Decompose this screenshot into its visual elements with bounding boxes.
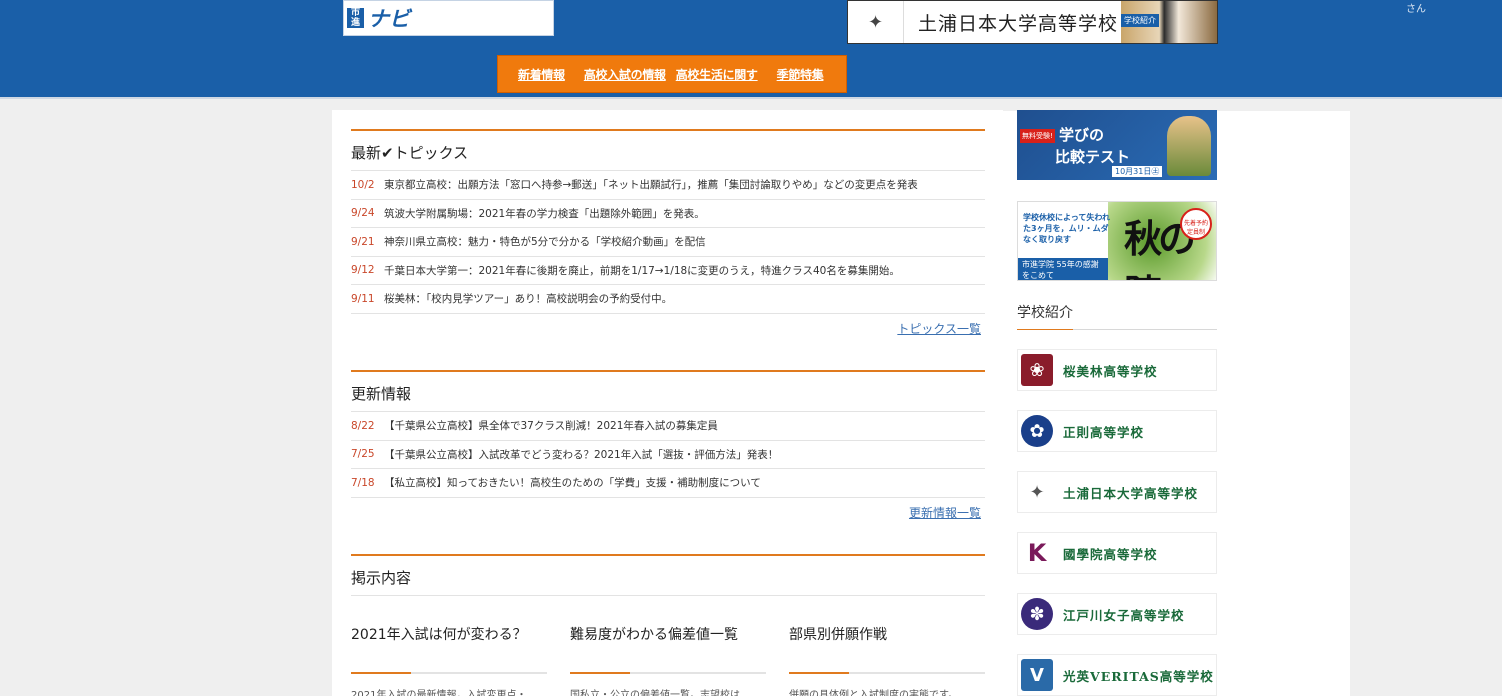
school-link[interactable]: ❀ 桜美林高等学校 — [1017, 349, 1217, 391]
ad1-line2: 比較テスト — [1055, 148, 1131, 166]
school-emblem-icon: ✦ — [1029, 481, 1045, 503]
logo-small: 市進 — [347, 8, 364, 28]
board-card[interactable]: 部県別併願作戦 併願の具体例と入試制度の実態です。 — [789, 622, 985, 696]
topic-link[interactable]: 東京都立高校：出願方法「窓口へ持参→郵送」「ネット出願試行」，推薦「集団討論取り… — [384, 177, 918, 192]
boards-grid: 2021年入試は何が変わる？ 2021年入試の最新情報，入試変更点・ 難易度がわ… — [351, 622, 985, 696]
updates-section: 更新情報 8/22 【千葉県公立高校】県全体で37クラス削減！2021年春入試の募… — [351, 370, 985, 528]
ad-banner-autumn[interactable]: 学校休校によって失われた3ヶ月を，ムリ・ムダなく取り戻す 秋の陣 先着予約定員制… — [1017, 201, 1217, 281]
ad2-footer: 市進学院 55年の感謝をこめて — [1018, 258, 1108, 280]
topics-section: 最新✔トピックス 10/2 東京都立高校：出願方法「窓口へ持参→郵送」「ネット出願… — [351, 129, 985, 344]
ad1-date: 10月31日㊏ — [1112, 166, 1163, 177]
school-emblem-icon: K — [1027, 539, 1047, 567]
nav-item-seasonal[interactable]: 季節特集 — [777, 66, 824, 83]
ad1-tag: 無料受験! — [1020, 129, 1055, 143]
board-desc: 併願の具体例と入試制度の実態です。 — [789, 690, 958, 696]
header-banner[interactable]: ✦ 土浦日本大学高等学校 学校紹介 — [847, 0, 1218, 44]
topic-row[interactable]: 9/12 千葉日本大学第一：2021年春に後期を廃止，前期を1/17→1/18に変… — [351, 257, 985, 285]
topic-date: 9/21 — [351, 235, 375, 248]
sidebar: 無料受験! 学びの 比較テスト 10月31日㊏ 学校休校によって失われた3ヶ月を… — [1017, 110, 1217, 696]
topics-more-link[interactable]: トピックス一覧 — [351, 314, 985, 344]
ad1-illustration — [1167, 116, 1211, 176]
user-greeting: さん — [1406, 4, 1426, 15]
school-crest-icon: ✦ — [848, 1, 904, 43]
nav-item-news[interactable]: 新着情報 — [518, 66, 565, 83]
school-name: 國學院高等学校 — [1063, 546, 1158, 562]
site-header: 市進 高校受験情報 ナビ ✦ 土浦日本大学高等学校 学校紹介 さん 新着情報 高… — [0, 0, 1502, 696]
board-card[interactable]: 難易度がわかる偏差値一覧 国私立・公立の偏差値一覧。志望校は — [570, 622, 766, 696]
main-content: 最新✔トピックス 10/2 東京都立高校：出願方法「窓口へ持参→郵送」「ネット出願… — [332, 110, 1003, 696]
school-link[interactable]: ✦ 土浦日本大学高等学校 — [1017, 471, 1217, 513]
school-link[interactable]: ✽ 江戸川女子高等学校 — [1017, 593, 1217, 635]
school-emblem-icon: ✿ — [1021, 415, 1053, 447]
update-link[interactable]: 【私立高校】知っておきたい！高校生のための「学費」支援・補助制度について — [384, 475, 761, 490]
school-name: 江戸川女子高等学校 — [1063, 607, 1185, 623]
nav-item-entrance-exam[interactable]: 高校入試の情報 — [584, 66, 666, 83]
board-divider — [351, 672, 547, 674]
topic-link[interactable]: 筑波大学附属駒場：2021年春の学力検査「出題除外範囲」を発表。 — [384, 206, 705, 221]
board-divider — [570, 672, 766, 674]
ad1-line1: 学びの — [1059, 126, 1105, 144]
school-name: 正則高等学校 — [1063, 424, 1145, 440]
topic-row[interactable]: 9/21 神奈川県立高校：魅力・特色が5分で分かる「学校紹介動画」を配信 — [351, 228, 985, 257]
topic-date: 9/12 — [351, 264, 375, 277]
topic-date: 9/24 — [351, 207, 375, 220]
school-emblem-icon: ❀ — [1021, 354, 1053, 386]
topic-link[interactable]: 千葉日本大学第一：2021年春に後期を廃止，前期を1/17→1/18に変更のうえ… — [384, 263, 900, 278]
update-date: 7/25 — [351, 448, 375, 461]
board-card[interactable]: 2021年入試は何が変わる？ 2021年入試の最新情報，入試変更点・ — [351, 622, 547, 696]
board-divider — [789, 672, 985, 674]
topic-date: 9/11 — [351, 292, 375, 305]
topic-link[interactable]: 神奈川県立高校：魅力・特色が5分で分かる「学校紹介動画」を配信 — [384, 234, 706, 249]
ad-banner-comparison-test[interactable]: 無料受験! 学びの 比較テスト 10月31日㊏ — [1017, 110, 1217, 180]
updates-more-link[interactable]: 更新情報一覧 — [351, 498, 985, 528]
school-link[interactable]: K 國學院高等学校 — [1017, 532, 1217, 574]
board-title[interactable]: 部県別併願作戦 — [789, 622, 985, 672]
school-name: 桜美林高等学校 — [1063, 363, 1158, 379]
update-row[interactable]: 8/22 【千葉県公立高校】県全体で37クラス削減！2021年春入試の募集定員 — [351, 412, 985, 441]
school-name: 土浦日本大学高等学校 — [1063, 485, 1199, 501]
update-date: 8/22 — [351, 419, 375, 432]
banner-school-name: 土浦日本大学高等学校 — [918, 12, 1119, 35]
update-row[interactable]: 7/18 【私立高校】知っておきたい！高校生のための「学費」支援・補助制度について — [351, 469, 985, 498]
updates-title: 更新情報 — [351, 372, 985, 412]
site-logo[interactable]: 市進 高校受験情報 ナビ — [343, 0, 1350, 696]
ad2-stamp: 先着予約定員制 — [1180, 208, 1212, 240]
topic-row[interactable]: 9/11 桜美林：「校内見学ツアー」あり！高校説明会の予約受付中。 — [351, 285, 985, 314]
topics-title: 最新✔トピックス — [351, 131, 985, 171]
school-emblem-icon: ✽ — [1021, 598, 1053, 630]
school-link[interactable]: V 光英VERITAS高等学校 — [1017, 654, 1217, 696]
boards-title: 掲示内容 — [351, 556, 985, 596]
schools-title: 学校紹介 — [1017, 305, 1073, 321]
boards-section: 掲示内容 — [351, 554, 985, 596]
schools-divider — [1017, 329, 1217, 330]
update-link[interactable]: 【千葉県公立高校】入試改革でどう変わる？2021年入試「選抜・評価方法」発表！ — [384, 447, 778, 462]
update-link[interactable]: 【千葉県公立高校】県全体で37クラス削減！2021年春入試の募集定員 — [384, 418, 718, 433]
update-date: 7/18 — [351, 476, 375, 489]
banner-tag: 学校紹介 — [1121, 14, 1159, 27]
school-link[interactable]: ✿ 正則高等学校 — [1017, 410, 1217, 452]
update-row[interactable]: 7/25 【千葉県公立高校】入試改革でどう変わる？2021年入試「選抜・評価方法」… — [351, 441, 985, 469]
ad2-text: 学校休校によって失われた3ヶ月を，ムリ・ムダなく取り戻す — [1023, 213, 1110, 244]
topic-date: 10/2 — [351, 178, 375, 191]
board-title[interactable]: 難易度がわかる偏差値一覧 — [570, 622, 766, 672]
board-title[interactable]: 2021年入試は何が変わる？ — [351, 622, 547, 672]
topic-row[interactable]: 10/2 東京都立高校：出願方法「窓口へ持参→郵送」「ネット出願試行」，推薦「集団… — [351, 171, 985, 200]
school-emblem-icon: V — [1021, 659, 1053, 691]
board-desc: 国私立・公立の偏差値一覧。志望校は — [570, 690, 740, 696]
logo-navi: ナビ — [368, 7, 410, 31]
school-name: 光英VERITAS高等学校 — [1063, 668, 1214, 684]
global-nav: 新着情報 高校入試の情報 高校生活に関す 季節特集 — [497, 55, 847, 93]
nav-item-school-life[interactable]: 高校生活に関す — [676, 66, 758, 83]
topic-row[interactable]: 9/24 筑波大学附属駒場：2021年春の学力検査「出題除外範囲」を発表。 — [351, 200, 985, 228]
board-desc: 2021年入試の最新情報，入試変更点・ — [351, 690, 527, 696]
topic-link[interactable]: 桜美林：「校内見学ツアー」あり！高校説明会の予約受付中。 — [384, 291, 672, 306]
